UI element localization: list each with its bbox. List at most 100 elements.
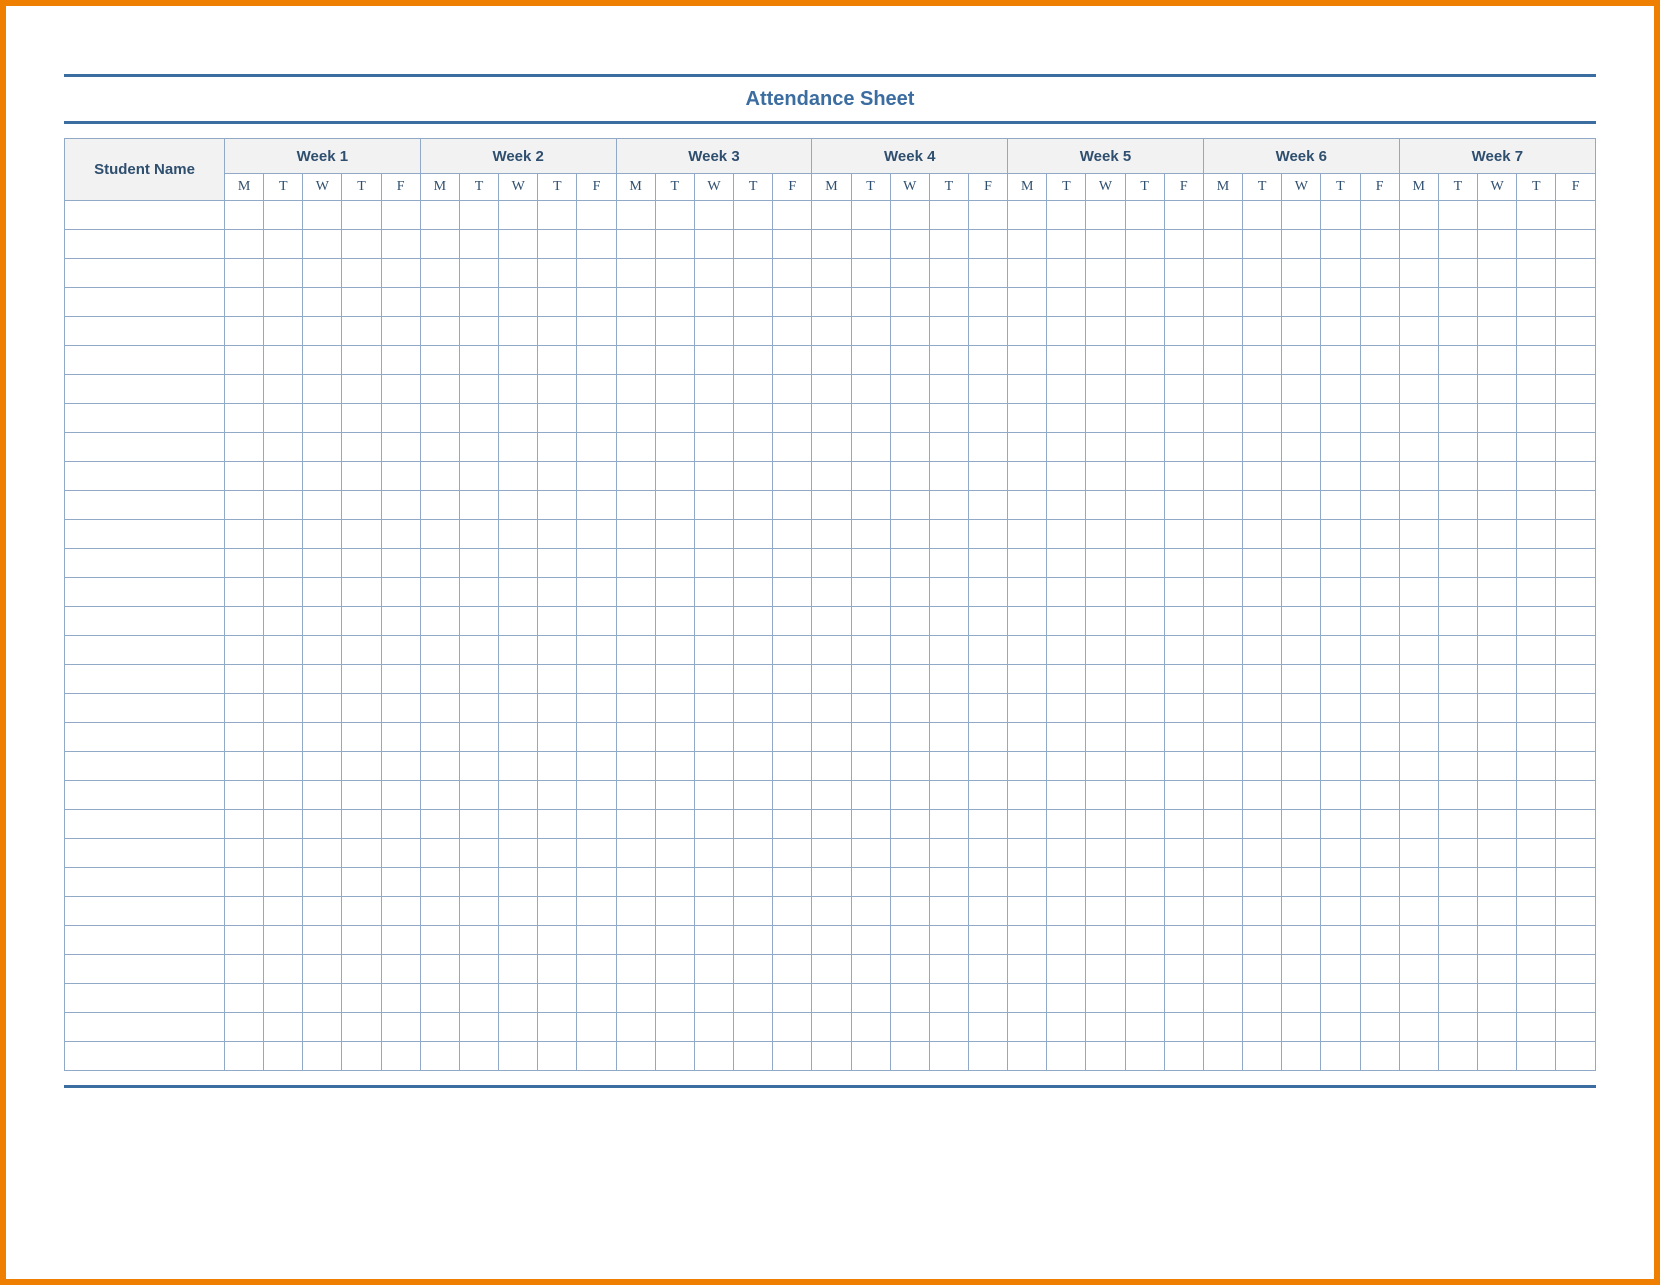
cell-attendance[interactable] [577,317,616,346]
cell-attendance[interactable] [968,201,1007,230]
cell-attendance[interactable] [225,752,264,781]
cell-attendance[interactable] [1008,839,1047,868]
cell-student-name[interactable] [65,317,225,346]
cell-attendance[interactable] [342,839,381,868]
cell-attendance[interactable] [264,984,303,1013]
cell-attendance[interactable] [968,317,1007,346]
cell-attendance[interactable] [929,404,968,433]
cell-attendance[interactable] [1086,433,1125,462]
cell-attendance[interactable] [1164,665,1203,694]
cell-attendance[interactable] [1321,665,1360,694]
cell-attendance[interactable] [1203,665,1242,694]
cell-attendance[interactable] [1399,665,1438,694]
cell-attendance[interactable] [1556,1013,1596,1042]
cell-attendance[interactable] [773,868,812,897]
cell-attendance[interactable] [968,462,1007,491]
cell-attendance[interactable] [851,549,890,578]
cell-attendance[interactable] [342,868,381,897]
cell-attendance[interactable] [655,607,694,636]
cell-attendance[interactable] [225,694,264,723]
cell-attendance[interactable] [1399,868,1438,897]
cell-attendance[interactable] [225,1042,264,1071]
cell-attendance[interactable] [968,520,1007,549]
cell-attendance[interactable] [616,723,655,752]
cell-attendance[interactable] [890,984,929,1013]
cell-attendance[interactable] [225,839,264,868]
cell-attendance[interactable] [342,955,381,984]
cell-attendance[interactable] [616,984,655,1013]
cell-attendance[interactable] [1125,1013,1164,1042]
cell-attendance[interactable] [420,462,459,491]
cell-attendance[interactable] [1399,984,1438,1013]
cell-attendance[interactable] [1164,404,1203,433]
cell-attendance[interactable] [264,491,303,520]
cell-attendance[interactable] [538,868,577,897]
cell-attendance[interactable] [538,375,577,404]
cell-attendance[interactable] [1556,868,1596,897]
cell-attendance[interactable] [1321,578,1360,607]
cell-attendance[interactable] [1086,636,1125,665]
cell-attendance[interactable] [890,578,929,607]
cell-attendance[interactable] [1478,317,1517,346]
cell-attendance[interactable] [538,259,577,288]
cell-attendance[interactable] [734,288,773,317]
cell-attendance[interactable] [225,636,264,665]
cell-attendance[interactable] [968,781,1007,810]
cell-attendance[interactable] [851,1013,890,1042]
cell-attendance[interactable] [420,520,459,549]
cell-attendance[interactable] [1399,636,1438,665]
cell-attendance[interactable] [655,201,694,230]
cell-attendance[interactable] [1517,868,1556,897]
cell-attendance[interactable] [929,549,968,578]
cell-attendance[interactable] [1399,520,1438,549]
cell-attendance[interactable] [1282,607,1321,636]
cell-attendance[interactable] [1203,723,1242,752]
cell-attendance[interactable] [499,404,538,433]
cell-attendance[interactable] [655,897,694,926]
cell-attendance[interactable] [1164,607,1203,636]
cell-attendance[interactable] [459,781,498,810]
cell-attendance[interactable] [1360,868,1399,897]
cell-attendance[interactable] [773,259,812,288]
cell-attendance[interactable] [420,839,459,868]
cell-attendance[interactable] [1556,578,1596,607]
cell-attendance[interactable] [1203,926,1242,955]
cell-attendance[interactable] [499,491,538,520]
cell-attendance[interactable] [1438,839,1477,868]
cell-attendance[interactable] [1047,868,1086,897]
cell-attendance[interactable] [694,723,733,752]
cell-attendance[interactable] [1086,317,1125,346]
cell-attendance[interactable] [1399,259,1438,288]
cell-attendance[interactable] [1008,723,1047,752]
cell-attendance[interactable] [734,520,773,549]
cell-attendance[interactable] [773,201,812,230]
cell-attendance[interactable] [1556,317,1596,346]
cell-attendance[interactable] [303,926,342,955]
cell-attendance[interactable] [499,317,538,346]
cell-attendance[interactable] [1047,491,1086,520]
cell-attendance[interactable] [929,636,968,665]
cell-attendance[interactable] [1243,984,1282,1013]
cell-attendance[interactable] [1517,955,1556,984]
cell-attendance[interactable] [1086,259,1125,288]
cell-attendance[interactable] [264,230,303,259]
cell-attendance[interactable] [420,926,459,955]
cell-attendance[interactable] [1321,462,1360,491]
cell-attendance[interactable] [1164,375,1203,404]
cell-attendance[interactable] [1008,607,1047,636]
cell-attendance[interactable] [1203,955,1242,984]
cell-attendance[interactable] [1125,636,1164,665]
cell-attendance[interactable] [773,723,812,752]
cell-attendance[interactable] [1008,810,1047,839]
cell-attendance[interactable] [499,694,538,723]
cell-attendance[interactable] [968,636,1007,665]
cell-attendance[interactable] [1008,549,1047,578]
cell-attendance[interactable] [1086,752,1125,781]
cell-attendance[interactable] [1243,375,1282,404]
cell-attendance[interactable] [1360,926,1399,955]
cell-attendance[interactable] [1203,868,1242,897]
cell-attendance[interactable] [342,1013,381,1042]
cell-attendance[interactable] [538,230,577,259]
cell-attendance[interactable] [968,433,1007,462]
cell-attendance[interactable] [1517,230,1556,259]
